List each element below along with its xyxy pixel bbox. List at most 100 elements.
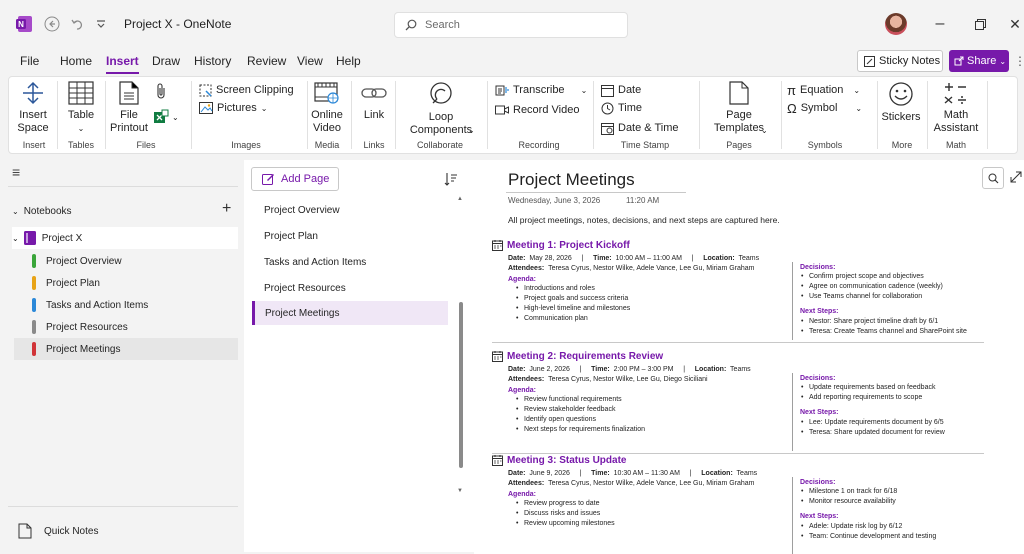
section-item-project-plan[interactable]: Project Plan [14,272,238,294]
restore-icon[interactable] [970,0,990,48]
group-time-stamp-label: Time Stamp [620,140,670,150]
decision-item[interactable]: Milestone 1 on track for 6/18 [800,488,897,495]
search-input[interactable]: Search [425,19,460,31]
scroll-up-icon[interactable]: ▲ [457,196,463,202]
section-item-tasks[interactable]: Tasks and Action Items [14,294,238,316]
tab-history[interactable]: History [194,48,231,74]
notebook-item-project-x[interactable]: ⌄ Project X [12,227,238,249]
spreadsheet-button[interactable]: ⌄ [153,109,179,125]
back-icon[interactable] [42,0,62,48]
undo-icon[interactable] [68,0,88,48]
pictures-button[interactable]: Pictures ⌄ [199,99,267,117]
share-button[interactable]: Share ⌄ [949,50,1009,72]
page-item[interactable]: Tasks and Action Items [252,250,448,274]
symbol-button[interactable]: Ω Symbol ⌄ [787,99,862,117]
date-button[interactable]: Date [601,81,641,99]
math-assistant-button[interactable]: Math Assistant [931,81,981,135]
tab-review[interactable]: Review [247,48,286,74]
meeting-title[interactable]: Meeting 2: Requirements Review [492,351,663,362]
page-search-button[interactable] [982,167,1004,189]
meeting-attendees[interactable]: Attendees: Teresa Cyrus, Nestor Wilke, L… [508,376,708,383]
agenda-item[interactable]: High-level timeline and milestones [515,305,630,312]
next-step-item[interactable]: Adele: Update risk log by 6/12 [800,523,902,530]
separator [105,81,106,149]
online-video-button[interactable]: Online Video [309,81,345,135]
decision-item[interactable]: Update requirements based on feedback [800,384,935,391]
page-item-selected[interactable]: Project Meetings [252,301,448,325]
stickers-button[interactable]: Stickers [881,81,921,124]
meeting-title[interactable]: Meeting 1: Project Kickoff [492,240,630,251]
add-page-button[interactable]: Add Page [251,167,339,191]
decision-item[interactable]: Add reporting requirements to scope [800,394,922,401]
sort-pages-icon[interactable] [444,172,458,191]
search-box[interactable]: Search [394,12,628,38]
decision-item[interactable]: Monitor resource availability [800,498,896,505]
meeting-attendees[interactable]: Attendees: Teresa Cyrus, Nestor Wilke, A… [508,480,755,487]
agenda-item[interactable]: Project goals and success criteria [515,295,628,302]
file-printout-button[interactable]: File Printout [109,81,149,135]
customize-toolbar-icon[interactable] [94,0,108,48]
close-icon[interactable]: ✕ [1006,0,1024,48]
meeting-meta[interactable]: Date: June 9, 2026 | Time: 10:30 AM – 11… [508,470,757,477]
transcribe-button[interactable]: Transcribe ⌄ [495,81,587,99]
add-notebook-icon[interactable]: + [222,200,231,218]
chevron-down-icon[interactable]: ⌄ [468,126,475,135]
more-options-icon[interactable]: ⋮ [1014,54,1024,68]
section-item-project-meetings[interactable]: Project Meetings [14,338,238,360]
equation-button[interactable]: π Equation ⌄ [787,81,860,99]
screen-clipping-icon [199,84,212,97]
agenda-item[interactable]: Review upcoming milestones [515,520,615,527]
quick-notes-button[interactable]: Quick Notes [18,520,242,542]
chevron-down-icon[interactable]: ⌄ [761,126,768,135]
date-time-button[interactable]: Date & Time [601,119,679,137]
link-button[interactable]: Link [357,81,391,122]
hamburger-menu-icon[interactable]: ≡ [12,164,20,180]
tab-help[interactable]: Help [336,48,361,74]
tab-home[interactable]: Home [60,48,92,74]
time-button[interactable]: Time [601,99,642,117]
meeting-title[interactable]: Meeting 3: Status Update [492,455,626,466]
tab-draw[interactable]: Draw [152,48,180,74]
agenda-item[interactable]: Identify open questions [515,416,596,423]
meeting-meta[interactable]: Date: May 28, 2026 | Time: 10:00 AM – 11… [508,255,759,262]
next-step-item[interactable]: Teresa: Create Teams channel and SharePo… [800,328,967,335]
avatar[interactable] [884,0,908,48]
agenda-item[interactable]: Communication plan [515,315,588,322]
insert-space-button[interactable]: Insert Space [15,81,51,135]
intro-text[interactable]: All project meetings, notes, decisions, … [508,215,780,225]
next-step-item[interactable]: Teresa: Share updated document for revie… [800,429,945,436]
section-item-project-resources[interactable]: Project Resources [14,316,238,338]
expand-icon[interactable] [1010,170,1022,188]
agenda-item[interactable]: Review stakeholder feedback [515,406,615,413]
scrollbar-thumb[interactable] [459,302,463,468]
scroll-down-icon[interactable]: ▼ [457,488,463,494]
section-item-project-overview[interactable]: Project Overview [14,250,238,272]
agenda-item[interactable]: Review progress to date [515,500,599,507]
meeting-attendees[interactable]: Attendees: Teresa Cyrus, Nestor Wilke, A… [508,265,755,272]
record-video-button[interactable]: Record Video [495,101,579,119]
tab-insert[interactable]: Insert [106,48,139,74]
sticky-notes-button[interactable]: Sticky Notes [857,50,943,72]
notebooks-header[interactable]: ⌄ Notebooks [12,200,236,222]
decision-item[interactable]: Use Teams channel for collaboration [800,293,922,300]
decision-item[interactable]: Agree on communication cadence (weekly) [800,283,943,290]
agenda-item[interactable]: Next steps for requirements finalization [515,426,645,433]
page-item[interactable]: Project Resources [252,276,448,300]
screen-clipping-button[interactable]: Screen Clipping [199,81,294,99]
minimize-icon[interactable]: – [930,0,950,48]
tab-file[interactable]: File [20,48,39,74]
next-step-item[interactable]: Team: Continue development and testing [800,533,936,540]
next-step-item[interactable]: Nestor: Share project timeline draft by … [800,318,938,325]
agenda-item[interactable]: Review functional requirements [515,396,622,403]
page-item[interactable]: Project Plan [252,224,448,248]
tab-view[interactable]: View [297,48,323,74]
page-title[interactable]: Project Meetings [508,170,635,190]
agenda-item[interactable]: Discuss risks and issues [515,510,600,517]
table-button[interactable]: Table ⌄ [63,81,99,135]
decision-item[interactable]: Confirm project scope and objectives [800,273,924,280]
next-step-item[interactable]: Lee: Update requirements document by 6/5 [800,419,944,426]
meeting-meta[interactable]: Date: June 2, 2026 | Time: 2:00 PM – 3:0… [508,366,751,373]
page-item[interactable]: Project Overview [252,198,448,222]
attach-file-icon[interactable] [155,83,167,102]
agenda-item[interactable]: Introductions and roles [515,285,595,292]
